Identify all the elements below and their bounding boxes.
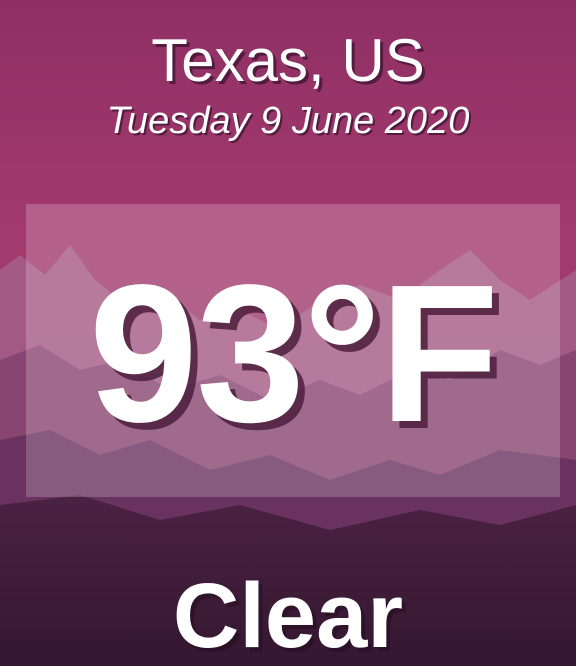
weather-app: Texas, US Tuesday 9 June 2020 93°F Clear [0, 0, 576, 666]
weather-condition: Clear [172, 565, 404, 666]
location-label: Texas, US [151, 27, 425, 94]
temperature-panel: 93°F [26, 204, 560, 497]
date-label: Tuesday 9 June 2020 [106, 100, 470, 142]
temperature-value: 93°F [88, 244, 499, 463]
